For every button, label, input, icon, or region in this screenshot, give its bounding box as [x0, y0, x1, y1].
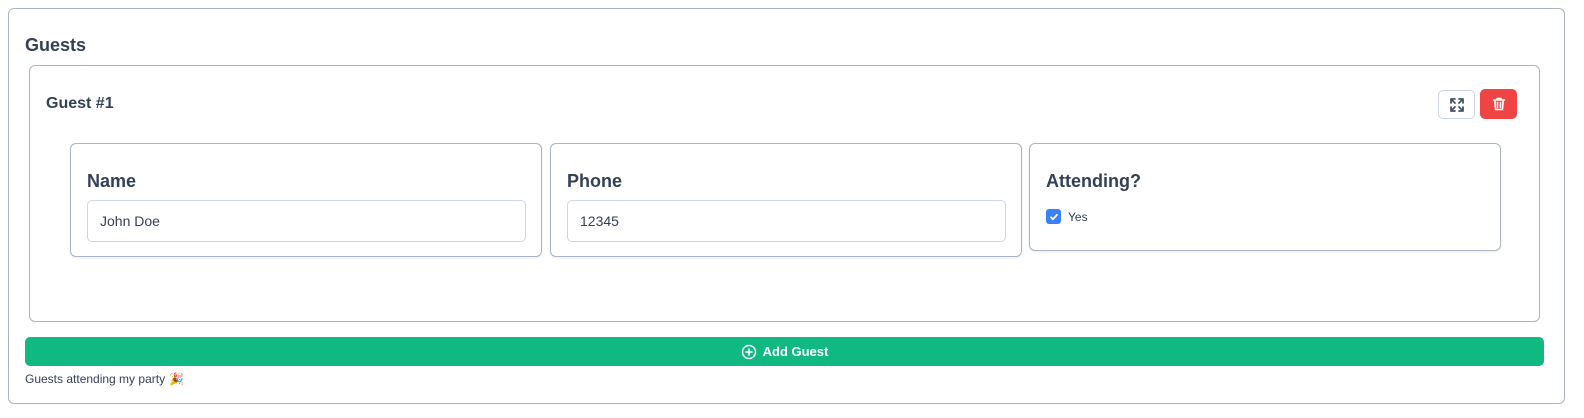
- plus-circle-icon: [741, 344, 756, 359]
- section-title: Guests: [25, 35, 87, 55]
- expand-icon: [1449, 97, 1464, 112]
- name-label: Name: [87, 171, 137, 191]
- add-guest-label: Add Guest: [762, 344, 829, 359]
- guest-title: Guest #1: [46, 95, 114, 112]
- attending-field-card: Attending? Yes: [1029, 143, 1501, 251]
- add-guest-button[interactable]: Add Guest: [25, 337, 1544, 366]
- attending-checkbox-label[interactable]: Yes: [1068, 210, 1088, 224]
- helper-text: Guests attending my party 🎉: [25, 372, 184, 386]
- guests-fieldset: Guests Guest #1 Name Phone: [8, 8, 1565, 404]
- checkmark-icon: [1049, 213, 1058, 220]
- attending-checkbox[interactable]: [1046, 209, 1061, 224]
- helper-text-label: Guests attending my party: [25, 372, 166, 386]
- party-popper-icon: 🎉: [169, 372, 185, 386]
- attending-option: Yes: [1046, 209, 1088, 224]
- phone-field-card: Phone: [550, 143, 1022, 257]
- phone-input[interactable]: [567, 200, 1006, 242]
- guest-card: Guest #1 Name Phone: [29, 65, 1540, 322]
- name-field-card: Name: [70, 143, 542, 257]
- trash-icon: [1492, 97, 1505, 111]
- name-input[interactable]: [87, 200, 526, 242]
- delete-guest-button[interactable]: [1480, 89, 1517, 119]
- phone-label: Phone: [567, 171, 623, 191]
- attending-label: Attending?: [1046, 171, 1141, 191]
- expand-button[interactable]: [1438, 90, 1475, 119]
